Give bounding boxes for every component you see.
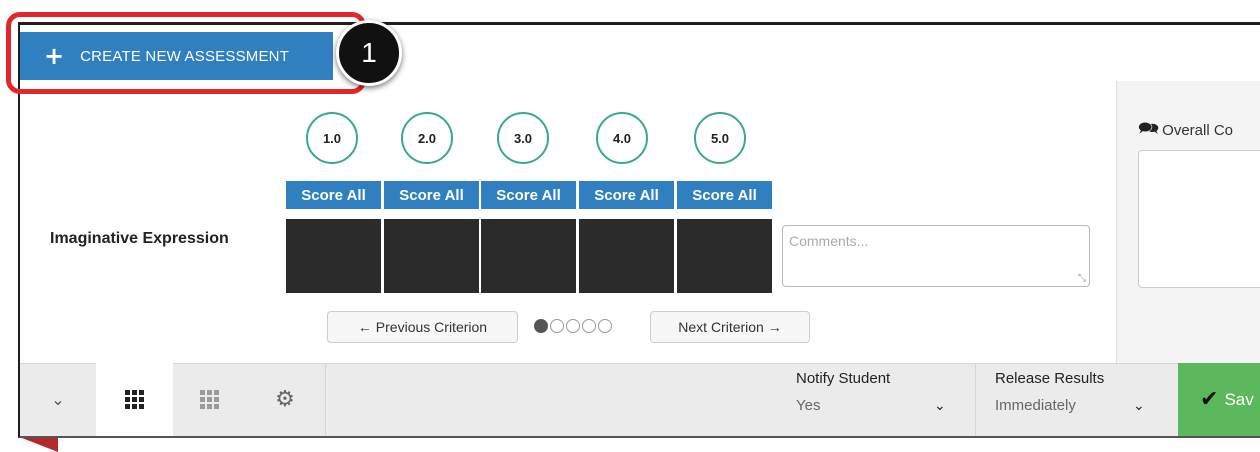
pagination-dot[interactable] — [582, 319, 596, 333]
chevron-down-icon: ⌄ — [51, 390, 65, 409]
red-corner-marker — [22, 438, 58, 452]
release-results-select[interactable]: Release Results Immediately ⌄ — [995, 370, 1155, 430]
toolbar-divider — [325, 363, 326, 436]
score-all-button-4[interactable]: Score All — [579, 181, 674, 209]
create-button-label: CREATE NEW ASSESSMENT — [80, 47, 290, 65]
comments-placeholder: Comments... — [789, 233, 869, 249]
save-label: Sav — [1224, 389, 1254, 409]
check-icon: ✔ — [1200, 387, 1219, 412]
grid-view-button[interactable] — [96, 363, 173, 436]
criterion-label: Imaginative Expression — [50, 230, 229, 247]
overall-comments-heading: 🗪 Overall Co — [1138, 116, 1233, 145]
next-criterion-button[interactable]: Next Criterion → — [650, 311, 810, 343]
pagination-dot[interactable] — [550, 319, 564, 333]
gear-icon: ⚙ — [275, 387, 295, 412]
overall-comments-label: Overall Co — [1162, 122, 1234, 139]
previous-criterion-button[interactable]: ← Previous Criterion — [327, 311, 518, 343]
plus-icon: + — [44, 42, 65, 70]
score-all-button-3[interactable]: Score All — [481, 181, 576, 209]
resize-grip-icon[interactable]: ⤡ — [1078, 273, 1086, 284]
rubric-cell-5[interactable] — [677, 219, 772, 293]
create-new-assessment-button[interactable]: + CREATE NEW ASSESSMENT — [20, 32, 333, 80]
save-button[interactable]: ✔ Sav — [1178, 363, 1260, 436]
rubric-cell-2[interactable] — [384, 219, 479, 293]
collapse-button[interactable]: ⌄ — [20, 363, 96, 436]
score-level-5: 5.0 — [694, 112, 746, 164]
overall-comments-field[interactable] — [1138, 150, 1260, 288]
rubric-cell-3[interactable] — [481, 219, 576, 293]
settings-button[interactable]: ⚙ — [245, 363, 325, 436]
toolbar-divider — [975, 363, 976, 436]
score-all-button-1[interactable]: Score All — [286, 181, 381, 209]
score-level-3: 3.0 — [497, 112, 549, 164]
pagination-dot[interactable] — [566, 319, 580, 333]
grid-light-icon — [199, 390, 219, 409]
notify-student-value: Yes — [796, 397, 821, 414]
release-results-value: Immediately — [995, 397, 1076, 414]
pagination-dot[interactable] — [598, 319, 612, 333]
score-all-button-2[interactable]: Score All — [384, 181, 479, 209]
notify-student-select[interactable]: Notify Student Yes ⌄ — [796, 370, 956, 430]
rubric-cell-4[interactable] — [579, 219, 674, 293]
chevron-down-icon: ⌄ — [934, 398, 946, 414]
grid-dark-icon — [125, 390, 144, 409]
notify-student-title: Notify Student — [796, 370, 891, 387]
score-level-2: 2.0 — [401, 112, 453, 164]
score-level-1: 1.0 — [306, 112, 358, 164]
pagination-dot[interactable] — [534, 319, 548, 333]
criterion-comments-field[interactable]: Comments... ⤡ — [782, 225, 1090, 287]
compact-grid-view-button[interactable] — [173, 363, 245, 436]
chevron-down-icon: ⌄ — [1133, 398, 1145, 414]
rubric-cell-1[interactable] — [286, 219, 381, 293]
step-callout-badge: 1 — [336, 20, 402, 86]
score-all-button-5[interactable]: Score All — [677, 181, 772, 209]
release-results-title: Release Results — [995, 370, 1105, 387]
criterion-pagination — [534, 319, 612, 333]
comments-icon: 🗪 — [1138, 119, 1160, 139]
score-level-4: 4.0 — [596, 112, 648, 164]
